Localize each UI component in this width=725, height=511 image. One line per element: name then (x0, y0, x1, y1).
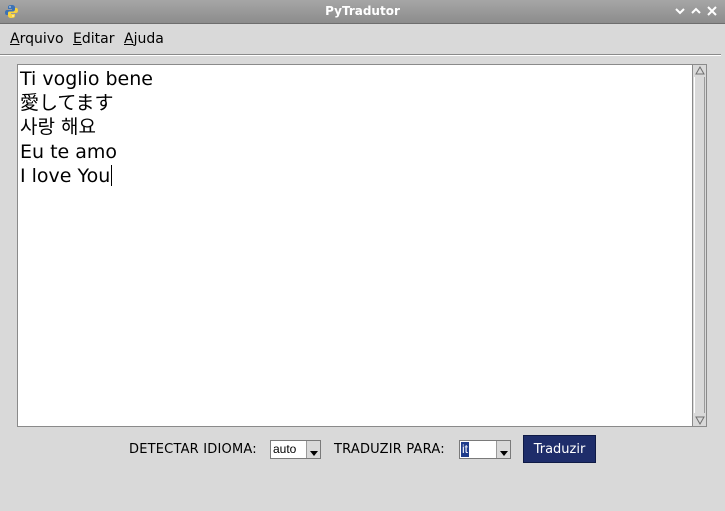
translate-button[interactable]: Traduzir (523, 435, 596, 463)
text-line: Ti voglio bene (20, 68, 153, 90)
menu-editar[interactable]: Editar (73, 31, 114, 47)
translation-text-area[interactable]: Ti voglio bene 愛してます 사랑 해요 Eu te amo I l… (17, 64, 693, 427)
scroll-down-icon[interactable] (695, 415, 705, 425)
chevron-down-icon[interactable] (306, 441, 320, 458)
text-line: 愛してます (20, 92, 114, 115)
maximize-icon[interactable] (688, 3, 704, 19)
title-bar: PyTradutor (0, 0, 725, 24)
target-language-combobox[interactable]: it (459, 440, 511, 459)
detect-language-label: DETECTAR IDIOMA: (129, 442, 257, 457)
chevron-down-icon[interactable] (496, 441, 510, 458)
menu-arquivo[interactable]: Arquivo (10, 31, 64, 47)
scrollbar-track[interactable] (694, 77, 705, 413)
menu-bar: Arquivo Editar Ajuda (0, 24, 725, 54)
text-line: Eu te amo (20, 140, 118, 163)
window-title: PyTradutor (325, 4, 400, 18)
text-line-last: I love You (20, 164, 113, 187)
detect-language-combobox[interactable]: auto (270, 440, 321, 459)
scroll-up-icon[interactable] (695, 66, 705, 76)
menu-ajuda[interactable]: Ajuda (124, 31, 164, 47)
target-language-value: it (461, 442, 469, 457)
minimize-icon[interactable] (672, 3, 688, 19)
text-caret (111, 164, 113, 186)
close-icon[interactable] (704, 3, 720, 19)
text-line: 사랑 해요 (20, 116, 96, 139)
menu-separator (0, 54, 721, 56)
translate-to-label: TRADUZIR PARA: (334, 442, 445, 457)
detect-language-value: auto (273, 442, 297, 456)
vertical-scrollbar[interactable] (693, 64, 707, 427)
